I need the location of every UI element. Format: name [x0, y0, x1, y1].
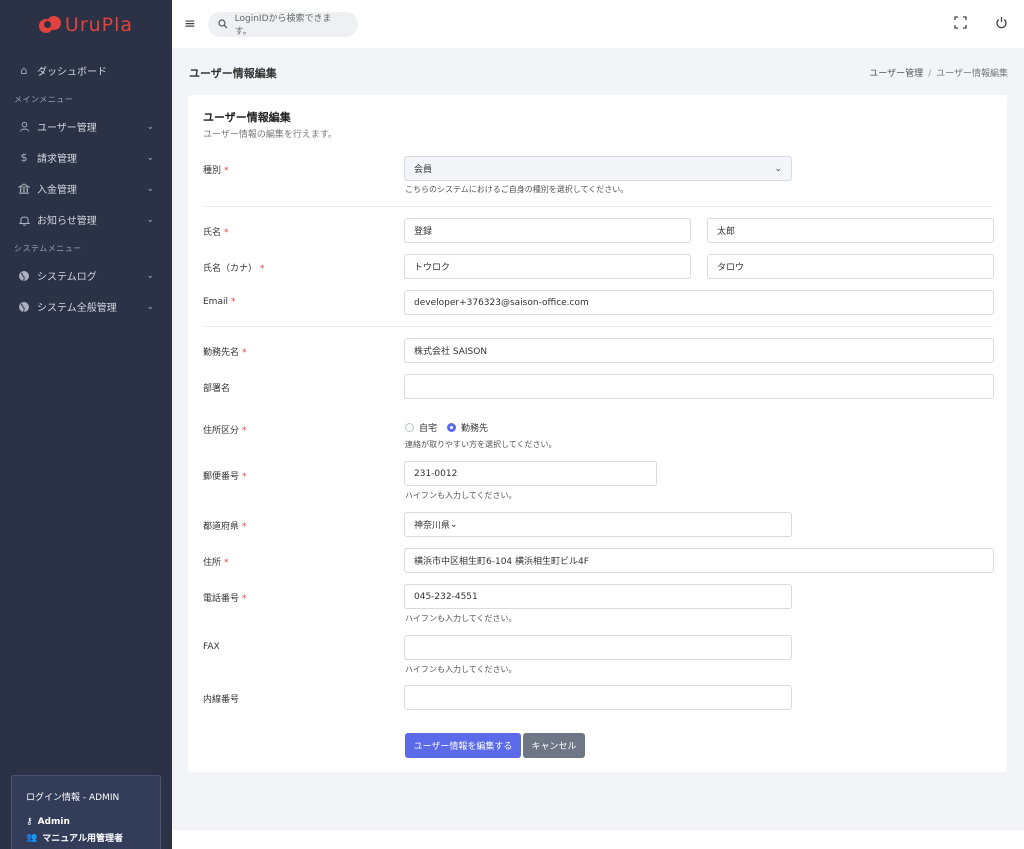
- sidebar-item-dashboard[interactable]: ⌂ ダッシュボード: [0, 55, 172, 86]
- phone-hint: ハイフンも入力してください。: [405, 614, 517, 623]
- last-name-kana-input[interactable]: トウロク: [404, 254, 691, 279]
- login-role: 👥 マニュアル用管理者: [26, 832, 123, 845]
- chevron-down-icon: ⌄: [146, 183, 154, 194]
- page-title: ユーザー情報編集: [189, 67, 277, 80]
- sidebar-item-users[interactable]: ユーザー管理 ⌄: [0, 111, 172, 142]
- fax-hint: ハイフンも入力してください。: [405, 665, 517, 674]
- login-info: ログイン情報 - ADMIN ⚷ Admin 👥 マニュアル用管理者: [11, 775, 161, 849]
- search-placeholder: LoginIDから検索できます。: [234, 14, 332, 37]
- bank-icon: [18, 183, 30, 195]
- address-input[interactable]: 横浜市中区相生町6-104 横浜相生町ビル4F: [404, 548, 994, 573]
- sidebar-item-system-log[interactable]: システムログ ⌄: [0, 260, 172, 291]
- email-label: Email *: [203, 297, 236, 307]
- logo[interactable]: UruPla: [0, 0, 172, 50]
- breadcrumb: ユーザー管理 / ユーザー情報編集: [869, 69, 1008, 79]
- radio-dot[interactable]: [405, 423, 414, 432]
- zip-hint: ハイフンも入力してください。: [405, 491, 517, 500]
- address-type-hint: 連絡が取りやすい方を選択してください。: [405, 440, 557, 449]
- chevron-down-icon: ⌄: [146, 152, 154, 163]
- sidebar-item-system-settings[interactable]: システム全般管理 ⌄: [0, 291, 172, 322]
- type-label: 種別 *: [203, 166, 229, 176]
- fax-label: FAX: [203, 642, 220, 652]
- logo-icon: [38, 16, 61, 34]
- name-label: 氏名 *: [203, 228, 229, 238]
- nav-section-system: システムメニュー: [14, 244, 82, 253]
- chevron-down-icon: ⌄: [774, 163, 782, 174]
- divider: [203, 206, 993, 207]
- prefecture-label: 都道府県 *: [203, 522, 247, 532]
- address-type-radios: 自宅 勤務先: [405, 421, 488, 434]
- chevron-down-icon: ⌄: [146, 121, 154, 132]
- search-input[interactable]: LoginIDから検索できます。: [207, 11, 358, 37]
- chevron-down-icon: ⌄: [450, 519, 458, 530]
- user-icon: [18, 121, 30, 133]
- prefecture-select[interactable]: 神奈川県 ⌄: [404, 512, 792, 537]
- radio-dot-selected[interactable]: [447, 423, 457, 432]
- phone-input[interactable]: 045-232-4551: [404, 584, 792, 609]
- breadcrumb-current: ユーザー情報編集: [936, 69, 1008, 79]
- sidebar: UruPla ⌂ ダッシュボード メインメニュー ユーザー管理 ⌄ $ 請求管理…: [0, 0, 172, 849]
- dollar-icon: $: [20, 151, 28, 164]
- extension-label: 内線番号: [203, 695, 240, 705]
- zip-label: 郵便番号 *: [203, 472, 247, 482]
- form-card: ユーザー情報編集 ユーザー情報の編集を行えます。 種別 * 会員 ⌄ こちらのシステ…: [188, 95, 1007, 772]
- kana-label: 氏名（カナ） *: [203, 264, 265, 274]
- nav-section-main: メインメニュー: [14, 95, 74, 104]
- breadcrumb-parent[interactable]: ユーザー管理: [869, 69, 923, 79]
- sidebar-item-payments[interactable]: 入金管理 ⌄: [0, 173, 172, 204]
- extension-input[interactable]: [404, 685, 792, 710]
- department-label: 部署名: [203, 384, 231, 394]
- home-icon: ⌂: [20, 64, 28, 77]
- fax-input[interactable]: [404, 635, 792, 660]
- sidebar-item-notices[interactable]: お知らせ管理 ⌄: [0, 204, 172, 235]
- search-icon: [218, 19, 228, 29]
- email-field[interactable]: developer+376323@saison-office.com: [404, 290, 994, 315]
- chevron-down-icon: ⌄: [146, 214, 154, 225]
- login-info-title: ログイン情報 - ADMIN: [26, 793, 120, 803]
- form-title: ユーザー情報編集: [203, 111, 291, 124]
- zip-input[interactable]: 231-0012: [404, 461, 657, 486]
- chevron-down-icon: ⌄: [146, 301, 154, 312]
- logo-text: UruPla: [64, 14, 134, 36]
- users-icon: 👥: [26, 832, 38, 843]
- type-hint: こちらのシステムにおけるご自身の種別を選択してください。: [405, 185, 629, 194]
- form-subtitle: ユーザー情報の編集を行えます。: [203, 130, 337, 140]
- department-input[interactable]: [404, 374, 994, 399]
- submit-button[interactable]: ユーザー情報を編集する: [405, 733, 521, 758]
- fullscreen-icon[interactable]: [954, 15, 967, 33]
- radio-work[interactable]: 勤務先: [447, 421, 488, 434]
- address-type-label: 住所区分 *: [203, 426, 247, 436]
- power-icon[interactable]: [995, 16, 1008, 33]
- chevron-down-icon: ⌄: [146, 270, 154, 281]
- globe-icon: [18, 270, 30, 282]
- key-icon: ⚷: [26, 817, 33, 827]
- company-label: 勤務先名 *: [203, 348, 247, 358]
- radio-home[interactable]: 自宅: [405, 421, 437, 434]
- last-name-input[interactable]: 登録: [404, 218, 691, 243]
- company-input[interactable]: 株式会社 SAISON: [404, 338, 994, 363]
- first-name-kana-input[interactable]: タロウ: [707, 254, 994, 279]
- footer: [172, 830, 1024, 849]
- globe-icon: [18, 301, 30, 313]
- first-name-input[interactable]: 太郎: [707, 218, 994, 243]
- sidebar-item-billing[interactable]: $ 請求管理 ⌄: [0, 142, 172, 173]
- topbar: ≡ LoginIDから検索できます。: [172, 0, 1024, 48]
- divider: [203, 326, 993, 327]
- login-user: ⚷ Admin: [26, 817, 70, 827]
- phone-label: 電話番号 *: [203, 594, 247, 604]
- address-label: 住所 *: [203, 558, 229, 568]
- type-select[interactable]: 会員 ⌄: [404, 156, 792, 181]
- cancel-button[interactable]: キャンセル: [523, 733, 585, 758]
- menu-icon[interactable]: ≡: [184, 16, 196, 32]
- bell-icon: [18, 214, 30, 226]
